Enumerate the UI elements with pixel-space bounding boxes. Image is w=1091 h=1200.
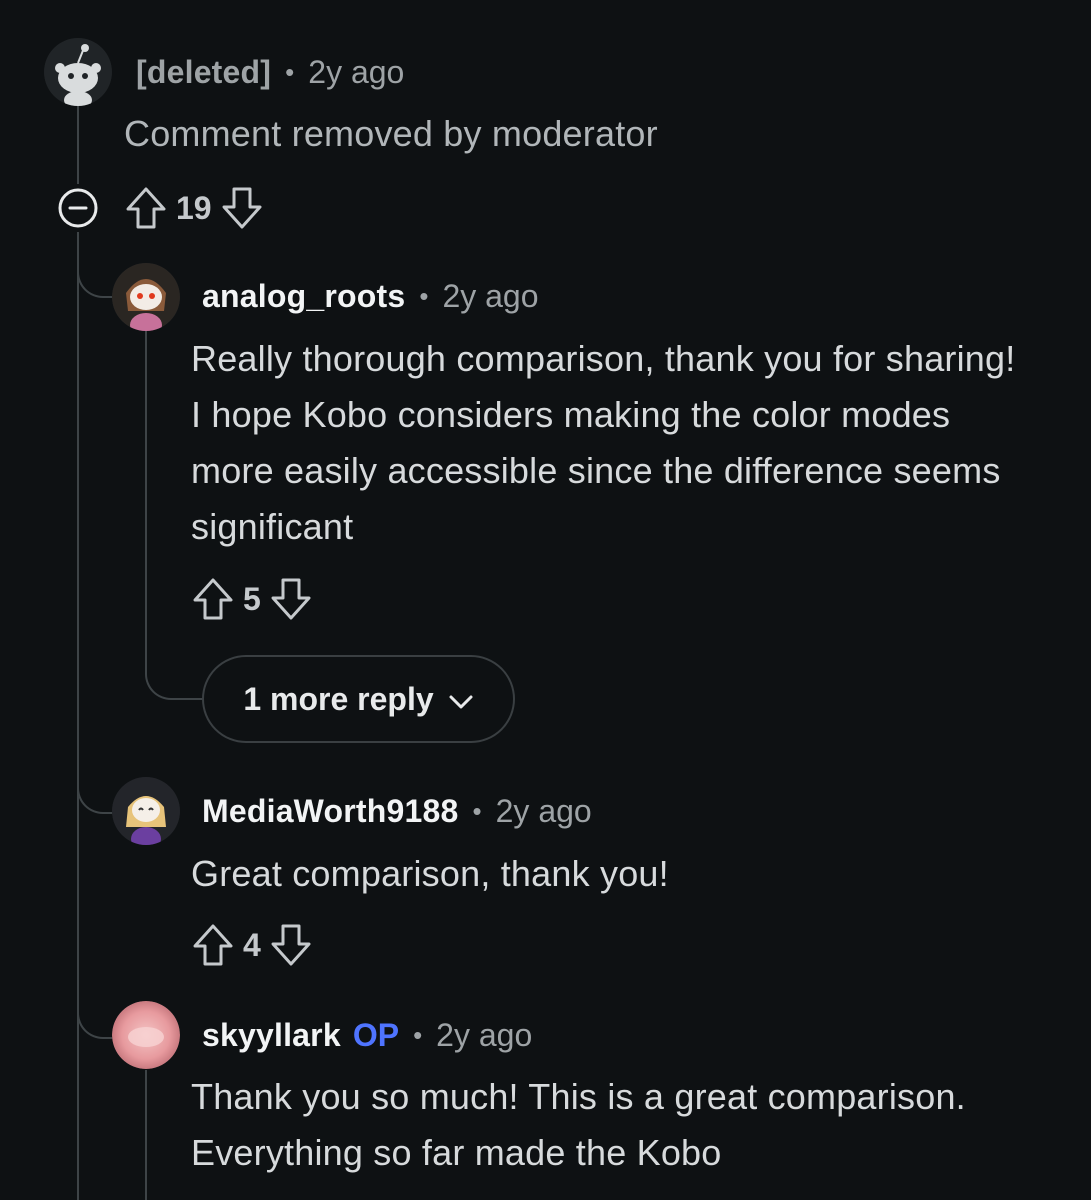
comment-meta: skyyllark OP • 2y ago [202,1015,532,1055]
vote-count: 19 [176,189,212,226]
separator-dot: • [472,795,482,826]
upvote-icon[interactable] [191,922,235,968]
comment-body: Comment removed by moderator [124,113,658,154]
comment-body: Thank you so much! This is a great compa… [191,1076,966,1173]
thread-line-main[interactable] [77,232,79,1200]
username[interactable]: skyyllark [202,1017,341,1054]
comment-meta: analog_roots • 2y ago [202,276,539,316]
timestamp: 2y ago [436,1016,533,1053]
thread-line-top [77,104,79,184]
downvote-icon[interactable] [220,185,264,231]
comment-body: Really thorough comparison, thank you fo… [191,338,1016,547]
timestamp: 2y ago [308,53,405,90]
vote-count: 4 [243,926,261,963]
snoo-deleted-icon[interactable] [44,38,112,106]
comment-thread: [deleted] • 2y ago Comment removed by mo… [0,0,1091,1200]
timestamp: 2y ago [442,277,539,314]
thread-branch [145,640,205,700]
thread-line-reply [145,1070,147,1200]
op-badge: OP [352,1016,400,1053]
thread-branch [77,232,113,298]
thread-branch [77,760,113,814]
comment-body: Great comparison, thank you! [191,853,669,894]
more-replies-label: 1 more reply [243,680,434,717]
username[interactable]: MediaWorth9188 [202,793,459,830]
downvote-icon[interactable] [269,922,313,968]
separator-dot: • [285,56,295,87]
comment-meta: [deleted] • 2y ago [136,52,404,92]
pink-avatar-icon[interactable] [112,1001,180,1069]
upvote-icon[interactable] [124,185,168,231]
vote-bar: 5 [191,575,313,623]
timestamp: 2y ago [495,792,592,829]
vote-count: 5 [243,580,261,617]
vote-bar: 4 [191,921,313,969]
separator-dot: • [419,280,429,311]
thread-line-reply [145,330,147,650]
vote-bar: 19 [124,184,264,232]
separator-dot: • [413,1019,423,1050]
downvote-icon[interactable] [269,576,313,622]
more-replies-button[interactable]: 1 more reply [202,655,515,743]
upvote-icon[interactable] [191,576,235,622]
collapse-thread-icon[interactable] [56,186,100,230]
username[interactable]: analog_roots [202,278,405,315]
chevron-down-icon [448,681,474,718]
username[interactable]: [deleted] [136,54,271,91]
thread-branch [77,985,113,1039]
snoo-avatar-icon[interactable] [112,263,180,331]
comment-meta: MediaWorth9188 • 2y ago [202,791,592,831]
snoo-avatar-icon[interactable] [112,777,180,845]
